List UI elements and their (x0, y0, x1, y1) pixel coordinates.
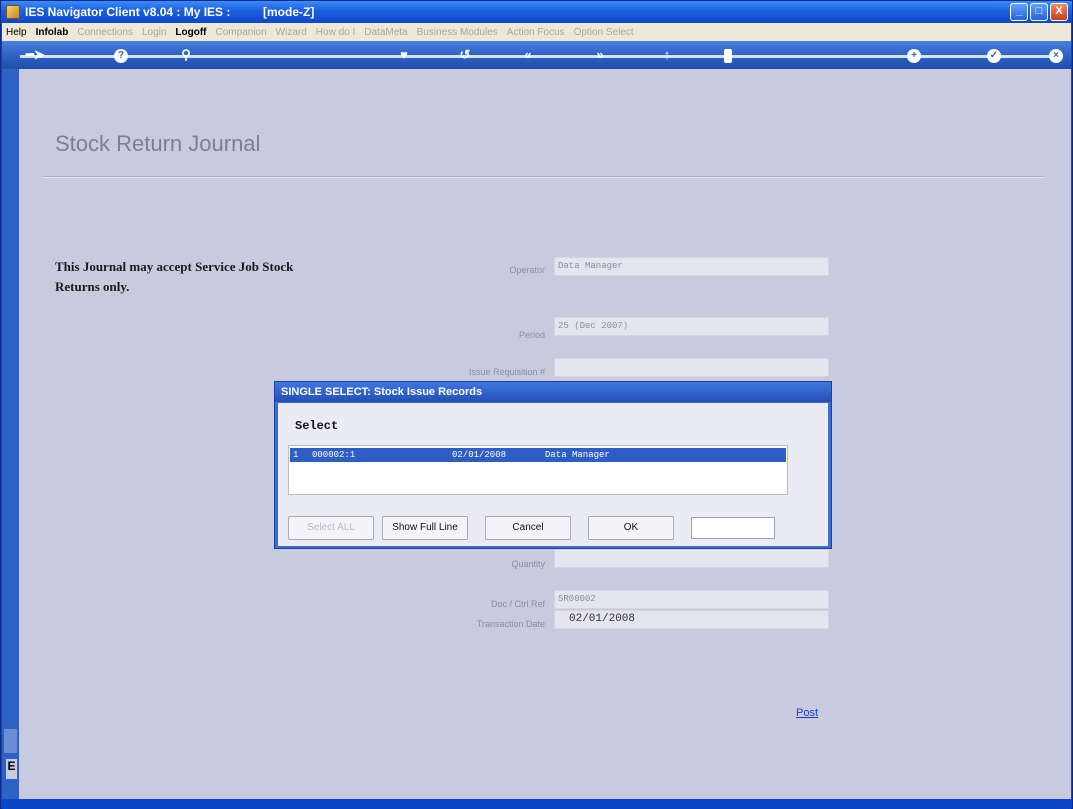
row-user: Data Manager (545, 450, 610, 460)
row-date: 02/01/2008 (452, 450, 507, 460)
up-icon[interactable]: ↑ (659, 47, 675, 63)
menu-companion[interactable]: Companion (216, 27, 267, 38)
fast-forward-icon[interactable]: » (592, 47, 608, 63)
help-icon[interactable]: ? (114, 49, 128, 63)
side-strip: E (2, 69, 19, 799)
doc-ref-label: Doc / Ctrl Ref (490, 599, 545, 609)
list-item[interactable]: 1 000002:1 02/01/2008 Data Manager (290, 448, 786, 462)
post-link[interactable]: Post (796, 707, 818, 719)
side-e-marker: E (6, 759, 17, 779)
menu-bar: Help Infolab Connections Login Logoff Co… (2, 23, 1071, 41)
app-window: IES Navigator Client v8.04 : My IES : [m… (0, 0, 1073, 809)
add-icon[interactable]: + (907, 49, 921, 63)
row-record: 000002:1 (312, 450, 356, 460)
menu-infolab[interactable]: Infolab (36, 27, 69, 38)
heart-icon[interactable]: ♥ (396, 47, 412, 63)
operator-field[interactable]: Data Manager (554, 257, 829, 276)
menu-option-select[interactable]: Option Select (574, 27, 634, 38)
menu-action-focus[interactable]: Action Focus (507, 27, 565, 38)
refresh-icon[interactable]: ↺ (457, 47, 473, 63)
dialog-body: Select 1 000002:1 02/01/2008 Data Manage… (278, 403, 828, 546)
journal-note: This Journal may accept Service Job Stoc… (55, 259, 294, 294)
cancel-button[interactable]: Cancel (485, 516, 571, 540)
select-all-button[interactable]: Select ALL (288, 516, 374, 540)
issue-requisition-field[interactable] (554, 358, 829, 377)
menu-business-modules[interactable]: Business Modules (417, 27, 498, 38)
menu-login[interactable]: Login (142, 27, 166, 38)
period-field[interactable]: 25 (Dec 2007) (554, 317, 829, 336)
window-title: IES Navigator Client v8.04 : My IES : (25, 5, 231, 19)
title-divider (43, 176, 1043, 178)
close-button[interactable]: X (1050, 3, 1068, 21)
doc-ref-field[interactable]: SR00002 (554, 590, 829, 609)
menu-how-do-i[interactable]: How do I (316, 27, 355, 38)
quantity-field[interactable] (554, 549, 829, 568)
toolbar: ━➤ ? ⚲ ♥ ↺ « » ↑ + ✓ × (2, 41, 1071, 69)
window-controls: _ □ X (1010, 3, 1068, 21)
minimize-button[interactable]: _ (1010, 3, 1028, 21)
period-label: Period (518, 330, 545, 340)
maximize-button[interactable]: □ (1030, 3, 1048, 21)
single-select-dialog: SINGLE SELECT: Stock Issue Records Selec… (274, 381, 832, 549)
dialog-input[interactable] (691, 517, 775, 539)
ok-button[interactable]: OK (588, 516, 674, 540)
issue-requisition-label: Issue Requisition # (468, 367, 545, 377)
title-bar[interactable]: IES Navigator Client v8.04 : My IES : [m… (1, 1, 1072, 23)
search-icon[interactable]: ⚲ (178, 47, 194, 63)
transaction-date-label: Transaction Date (476, 619, 545, 629)
check-icon[interactable]: ✓ (987, 49, 1001, 63)
operator-label: Operator (509, 265, 545, 275)
app-icon (6, 5, 20, 19)
menu-datameta[interactable]: DataMeta (364, 27, 407, 38)
toolbar-track (20, 55, 1053, 58)
side-tag[interactable] (4, 729, 17, 753)
menu-logoff[interactable]: Logoff (175, 27, 206, 38)
row-index: 1 (293, 450, 299, 460)
records-list[interactable]: 1 000002:1 02/01/2008 Data Manager (288, 445, 788, 495)
page-icon[interactable] (724, 49, 732, 63)
page-title: Stock Return Journal (55, 131, 261, 156)
transaction-date-field[interactable]: 02/01/2008 (554, 610, 829, 629)
quantity-label: Quantity (511, 559, 545, 569)
window-mode: [mode-Z] (263, 5, 315, 19)
dialog-title[interactable]: SINGLE SELECT: Stock Issue Records (275, 382, 831, 402)
menu-wizard[interactable]: Wizard (276, 27, 307, 38)
rewind-icon[interactable]: « (520, 47, 536, 63)
select-heading: Select (295, 419, 339, 433)
menu-connections[interactable]: Connections (77, 27, 133, 38)
bottom-bar (2, 799, 1071, 809)
show-full-line-button[interactable]: Show Full Line (382, 516, 468, 540)
close-icon[interactable]: × (1049, 49, 1063, 63)
back-arrow-icon[interactable]: ━➤ (26, 47, 45, 63)
menu-help[interactable]: Help (6, 27, 27, 38)
